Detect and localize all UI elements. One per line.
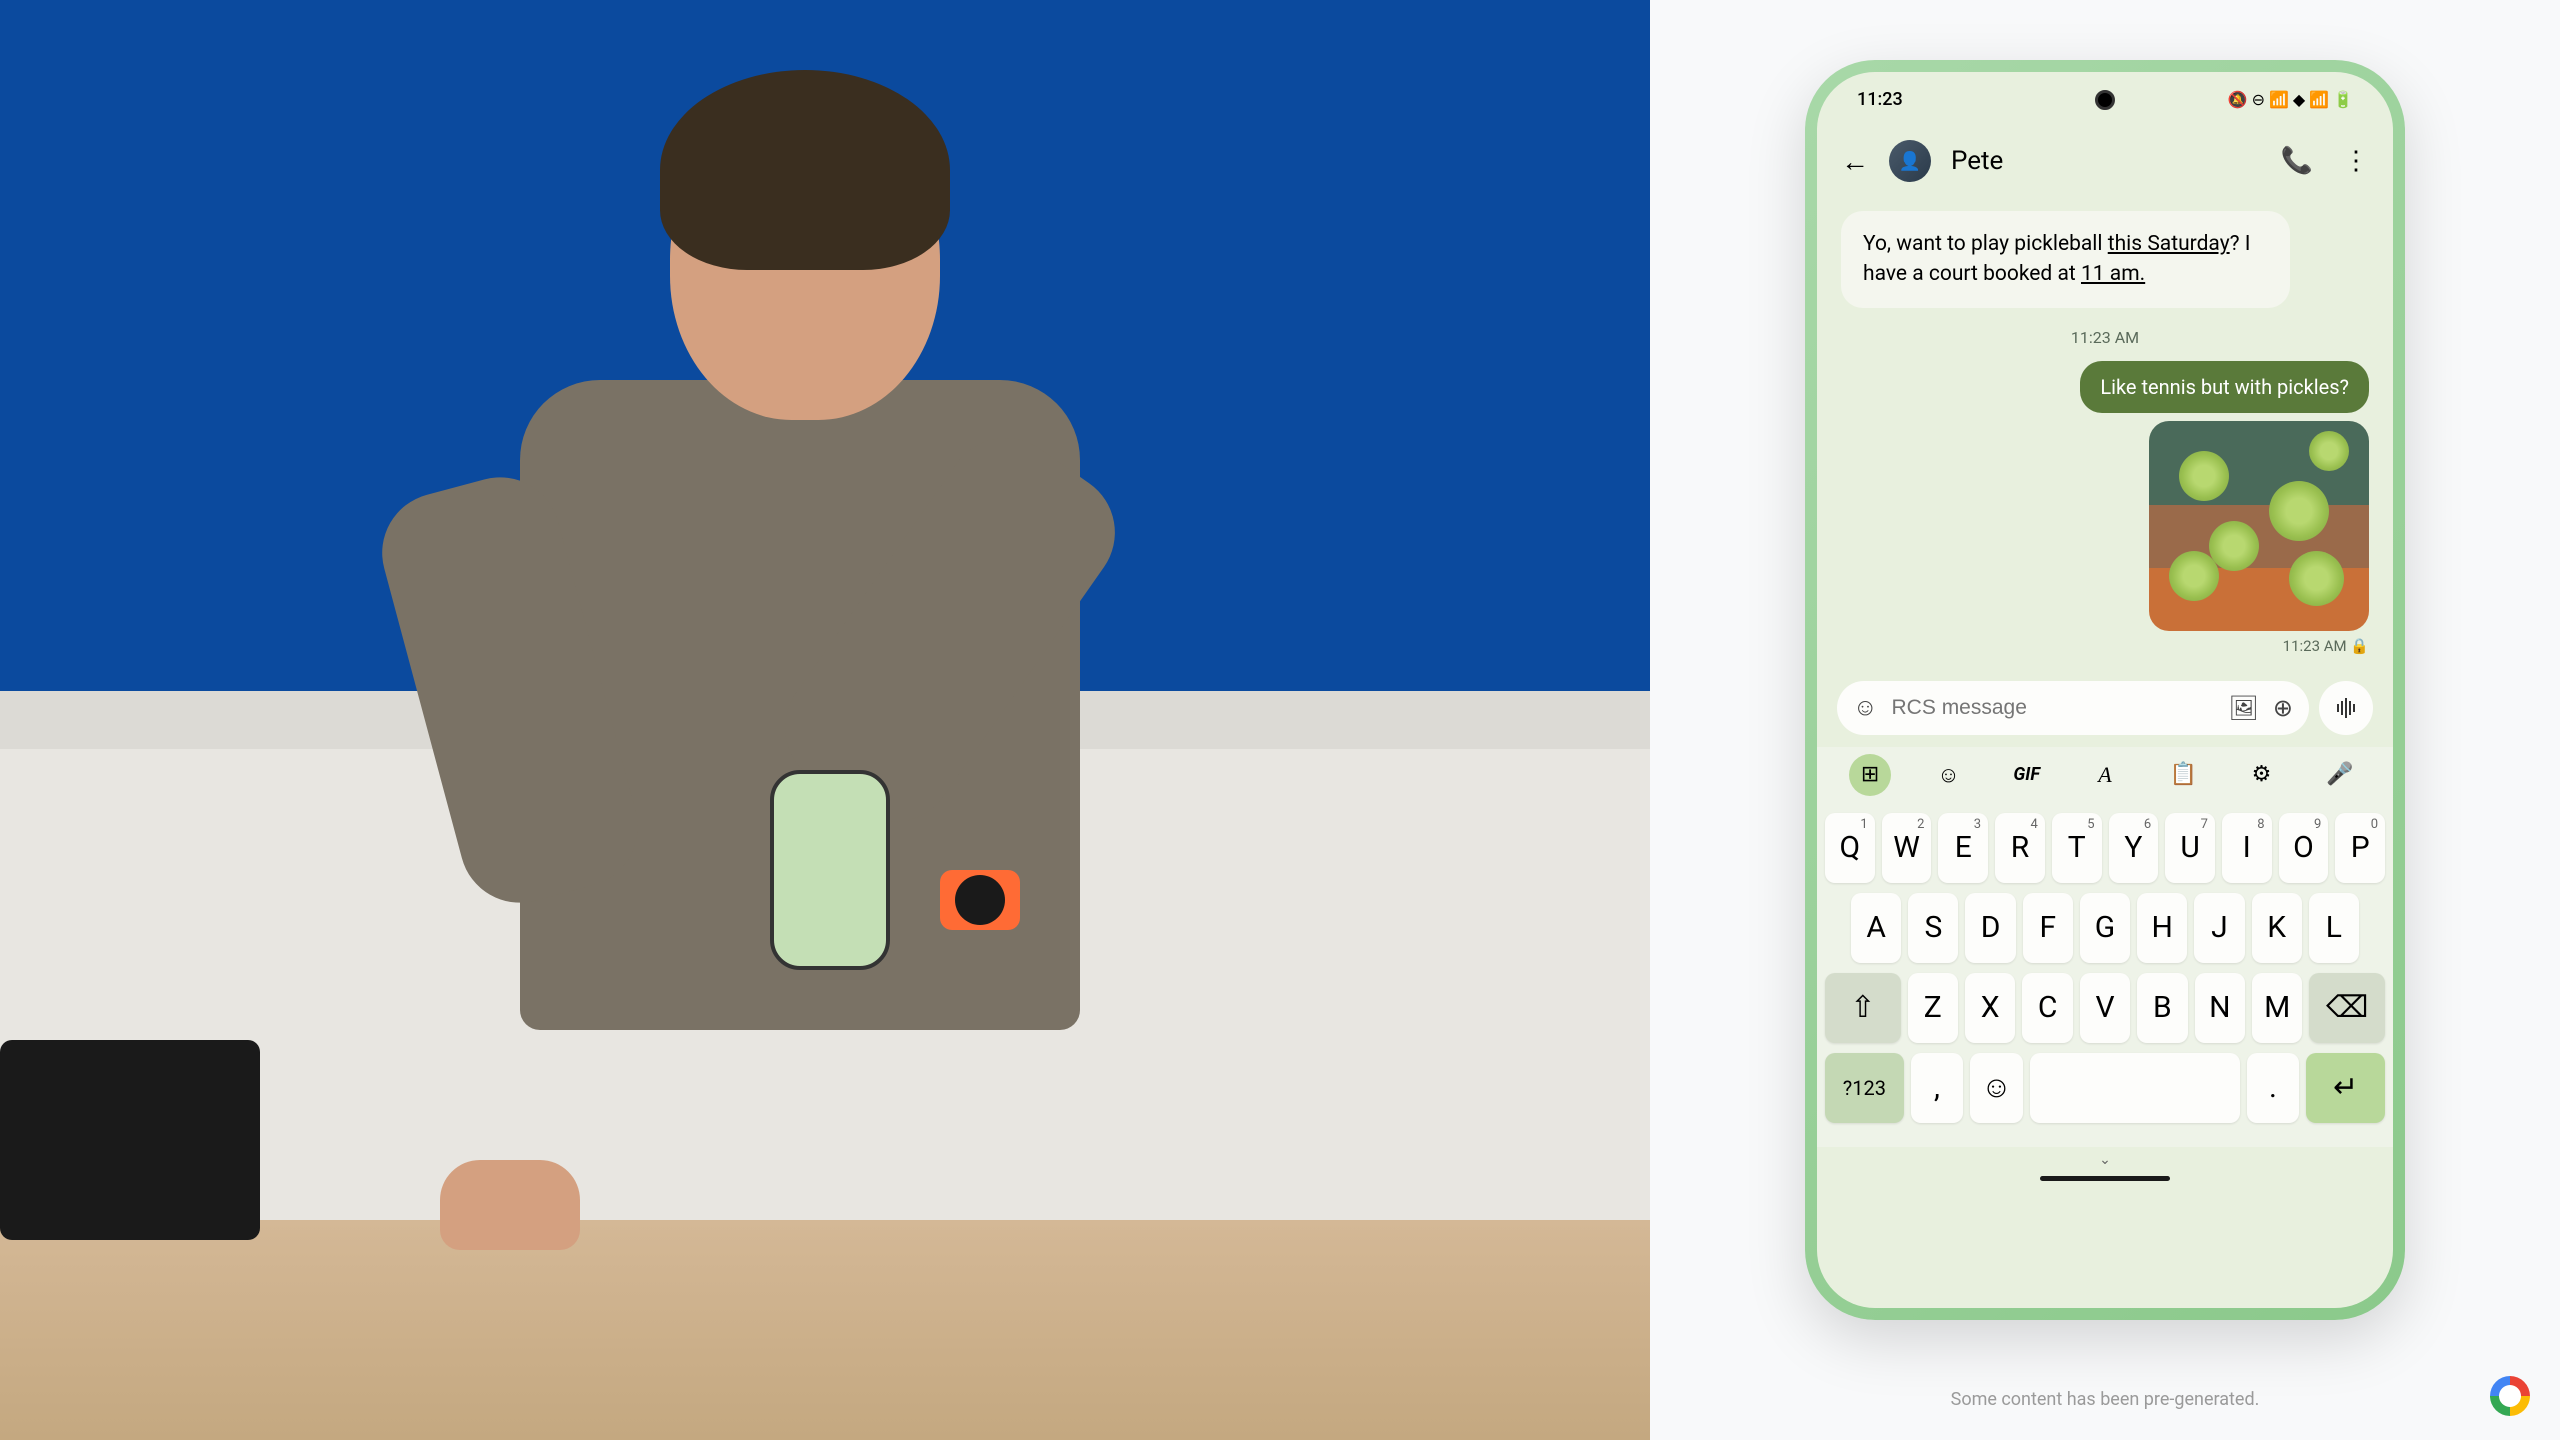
key-i[interactable]: 8I bbox=[2222, 813, 2272, 883]
key-n[interactable]: N bbox=[2195, 973, 2245, 1043]
phone-demo-panel: 11:23 🔕 ⊖ 📶 ◆ 📶 🔋 ← 👤 Pete 📞 ⋮ Yo, want … bbox=[1650, 0, 2560, 1440]
timestamp-out: 11:23 AM 🔒 bbox=[1841, 637, 2369, 655]
plus-icon[interactable]: ⊕ bbox=[2273, 694, 2293, 722]
keyboard-row-4: ?123 , ☺ . ↵ bbox=[1825, 1053, 2385, 1123]
enter-key[interactable]: ↵ bbox=[2306, 1053, 2385, 1123]
key-y[interactable]: 6Y bbox=[2109, 813, 2159, 883]
key-u[interactable]: 7U bbox=[2165, 813, 2215, 883]
key-c[interactable]: C bbox=[2022, 973, 2072, 1043]
key-x[interactable]: X bbox=[1965, 973, 2015, 1043]
keyboard-toolbar: ⊞ ☺ GIF A 📋 ⚙ 🎤 bbox=[1817, 747, 2393, 803]
sticker-icon[interactable]: ☺ bbox=[1927, 754, 1969, 796]
chat-header: ← 👤 Pete 📞 ⋮ bbox=[1817, 127, 2393, 195]
chat-body[interactable]: Yo, want to play pickleball this Saturda… bbox=[1817, 195, 2393, 681]
key-e[interactable]: 3E bbox=[1938, 813, 1988, 883]
gallery-icon[interactable]: 🖼 bbox=[2228, 694, 2258, 722]
keyboard-row-1: 1Q 2W 3E 4R 5T 6Y 7U 8I 9O 0P bbox=[1825, 813, 2385, 883]
mic-icon[interactable]: 🎤 bbox=[2319, 754, 2361, 796]
key-v[interactable]: V bbox=[2080, 973, 2130, 1043]
input-row: ☺ 🖼 ⊕ bbox=[1817, 681, 2393, 747]
format-icon[interactable]: A bbox=[2084, 754, 2126, 796]
numeric-key[interactable]: ?123 bbox=[1825, 1053, 1904, 1123]
key-r[interactable]: 4R bbox=[1995, 813, 2045, 883]
key-p[interactable]: 0P bbox=[2335, 813, 2385, 883]
key-b[interactable]: B bbox=[2137, 973, 2187, 1043]
key-d[interactable]: D bbox=[1965, 893, 2015, 963]
outgoing-message[interactable]: Like tennis but with pickles? bbox=[2080, 361, 2369, 413]
emoji-key[interactable]: ☺ bbox=[1970, 1053, 2023, 1123]
keyboard-row-3: ⇧ Z X C V B N M ⌫ bbox=[1825, 973, 2385, 1043]
period-key[interactable]: . bbox=[2247, 1053, 2300, 1123]
apps-icon[interactable]: ⊞ bbox=[1849, 754, 1891, 796]
presenter-video-panel bbox=[0, 0, 1650, 1440]
message-input[interactable] bbox=[1892, 696, 2215, 720]
laptop bbox=[0, 1040, 260, 1240]
key-m[interactable]: M bbox=[2252, 973, 2302, 1043]
key-k[interactable]: K bbox=[2252, 893, 2302, 963]
shift-key[interactable]: ⇧ bbox=[1825, 973, 1901, 1043]
settings-icon[interactable]: ⚙ bbox=[2241, 754, 2283, 796]
phone-screen: 11:23 🔕 ⊖ 📶 ◆ 📶 🔋 ← 👤 Pete 📞 ⋮ Yo, want … bbox=[1817, 72, 2393, 1308]
key-w[interactable]: 2W bbox=[1882, 813, 1932, 883]
clipboard-icon[interactable]: 📋 bbox=[2162, 754, 2204, 796]
gesture-bar: ⌄ bbox=[1817, 1147, 2393, 1187]
desk bbox=[0, 1220, 1650, 1440]
key-g[interactable]: G bbox=[2080, 893, 2130, 963]
collapse-keyboard-icon[interactable]: ⌄ bbox=[2099, 1152, 2111, 1168]
camera-cutout bbox=[2095, 90, 2115, 110]
space-key[interactable] bbox=[2030, 1053, 2240, 1123]
key-h[interactable]: H bbox=[2137, 893, 2187, 963]
key-a[interactable]: A bbox=[1851, 893, 1901, 963]
backspace-key[interactable]: ⌫ bbox=[2309, 973, 2385, 1043]
avatar[interactable]: 👤 bbox=[1889, 140, 1931, 182]
google-logo-icon bbox=[2490, 1376, 2530, 1416]
gesture-line[interactable] bbox=[2040, 1176, 2170, 1181]
more-icon[interactable]: ⋮ bbox=[2343, 146, 2369, 176]
key-f[interactable]: F bbox=[2023, 893, 2073, 963]
key-z[interactable]: Z bbox=[1908, 973, 1958, 1043]
keyboard: 1Q 2W 3E 4R 5T 6Y 7U 8I 9O 0P A S D F G bbox=[1817, 803, 2393, 1147]
timestamp-center: 11:23 AM bbox=[1841, 328, 2369, 347]
gif-icon[interactable]: GIF bbox=[2006, 754, 2048, 796]
keyboard-row-2: A S D F G H J K L bbox=[1825, 893, 2385, 963]
status-icons: 🔕 ⊖ 📶 ◆ 📶 🔋 bbox=[2228, 90, 2353, 109]
image-attachment[interactable] bbox=[2149, 421, 2369, 631]
voice-send-button[interactable] bbox=[2319, 681, 2373, 735]
status-time: 11:23 bbox=[1857, 89, 1903, 110]
message-input-container: ☺ 🖼 ⊕ bbox=[1837, 681, 2309, 735]
key-o[interactable]: 9O bbox=[2279, 813, 2329, 883]
key-t[interactable]: 5T bbox=[2052, 813, 2102, 883]
back-arrow-icon[interactable]: ← bbox=[1841, 145, 1869, 178]
comma-key[interactable]: , bbox=[1911, 1053, 1964, 1123]
key-s[interactable]: S bbox=[1908, 893, 1958, 963]
key-q[interactable]: 1Q bbox=[1825, 813, 1875, 883]
key-j[interactable]: J bbox=[2194, 893, 2244, 963]
emoji-icon[interactable]: ☺ bbox=[1853, 693, 1878, 722]
presenter bbox=[320, 80, 1120, 1180]
contact-name[interactable]: Pete bbox=[1951, 146, 2261, 176]
call-icon[interactable]: 📞 bbox=[2281, 146, 2313, 176]
disclaimer-text: Some content has been pre-generated. bbox=[1951, 1389, 2260, 1410]
incoming-message[interactable]: Yo, want to play pickleball this Saturda… bbox=[1841, 211, 2290, 308]
key-l[interactable]: L bbox=[2309, 893, 2359, 963]
phone-frame: 11:23 🔕 ⊖ 📶 ◆ 📶 🔋 ← 👤 Pete 📞 ⋮ Yo, want … bbox=[1805, 60, 2405, 1320]
